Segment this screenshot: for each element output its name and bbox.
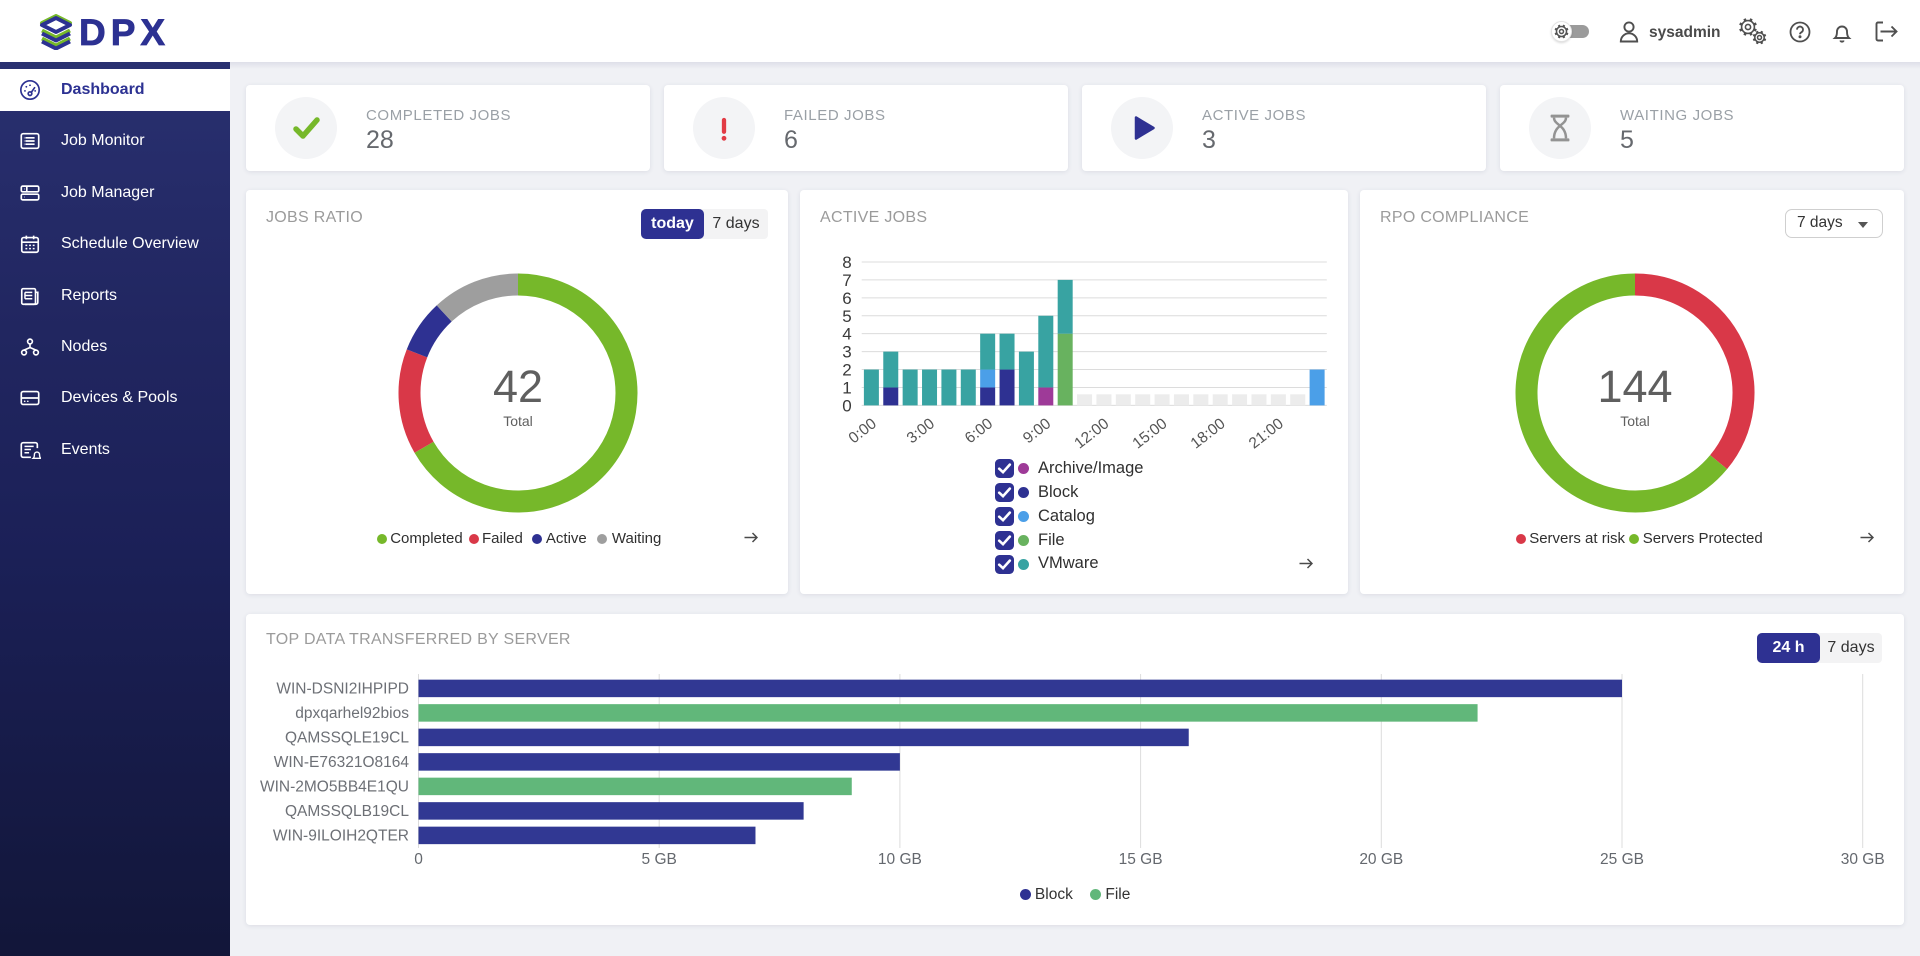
svg-text:WIN-DSNI2IHPIPD: WIN-DSNI2IHPIPD xyxy=(276,680,409,697)
svg-text:15 GB: 15 GB xyxy=(1119,851,1163,868)
svg-text:25 GB: 25 GB xyxy=(1600,851,1644,868)
svg-text:5: 5 xyxy=(842,307,851,326)
svg-text:0:00: 0:00 xyxy=(846,415,881,447)
svg-text:15:00: 15:00 xyxy=(1130,415,1171,453)
svg-text:10 GB: 10 GB xyxy=(878,851,922,868)
svg-text:QAMSSQLB19CL: QAMSSQLB19CL xyxy=(285,803,409,820)
svg-text:7: 7 xyxy=(842,271,851,290)
svg-text:4: 4 xyxy=(842,325,851,344)
svg-text:6: 6 xyxy=(842,289,851,308)
svg-text:0: 0 xyxy=(842,396,851,415)
svg-text:1: 1 xyxy=(842,378,851,397)
svg-text:6:00: 6:00 xyxy=(962,415,997,447)
svg-text:21:00: 21:00 xyxy=(1246,415,1287,453)
svg-text:30 GB: 30 GB xyxy=(1841,851,1885,868)
svg-text:0: 0 xyxy=(414,851,423,868)
svg-text:9:00: 9:00 xyxy=(1020,415,1055,447)
svg-text:QAMSSQLE19CL: QAMSSQLE19CL xyxy=(285,729,409,746)
svg-text:18:00: 18:00 xyxy=(1188,415,1229,453)
svg-text:WIN-E76321O8164: WIN-E76321O8164 xyxy=(274,754,410,771)
svg-text:8: 8 xyxy=(842,253,851,272)
svg-text:20 GB: 20 GB xyxy=(1359,851,1403,868)
svg-text:WIN-9ILOIH2QTER: WIN-9ILOIH2QTER xyxy=(273,827,409,844)
svg-text:dpxqarhel92bios: dpxqarhel92bios xyxy=(295,705,409,722)
svg-text:2: 2 xyxy=(842,361,851,380)
svg-text:3: 3 xyxy=(842,343,851,362)
svg-text:12:00: 12:00 xyxy=(1071,415,1112,453)
svg-text:5 GB: 5 GB xyxy=(642,851,677,868)
svg-text:3:00: 3:00 xyxy=(904,415,939,447)
svg-text:WIN-2MO5BB4E1QU: WIN-2MO5BB4E1QU xyxy=(260,778,409,795)
